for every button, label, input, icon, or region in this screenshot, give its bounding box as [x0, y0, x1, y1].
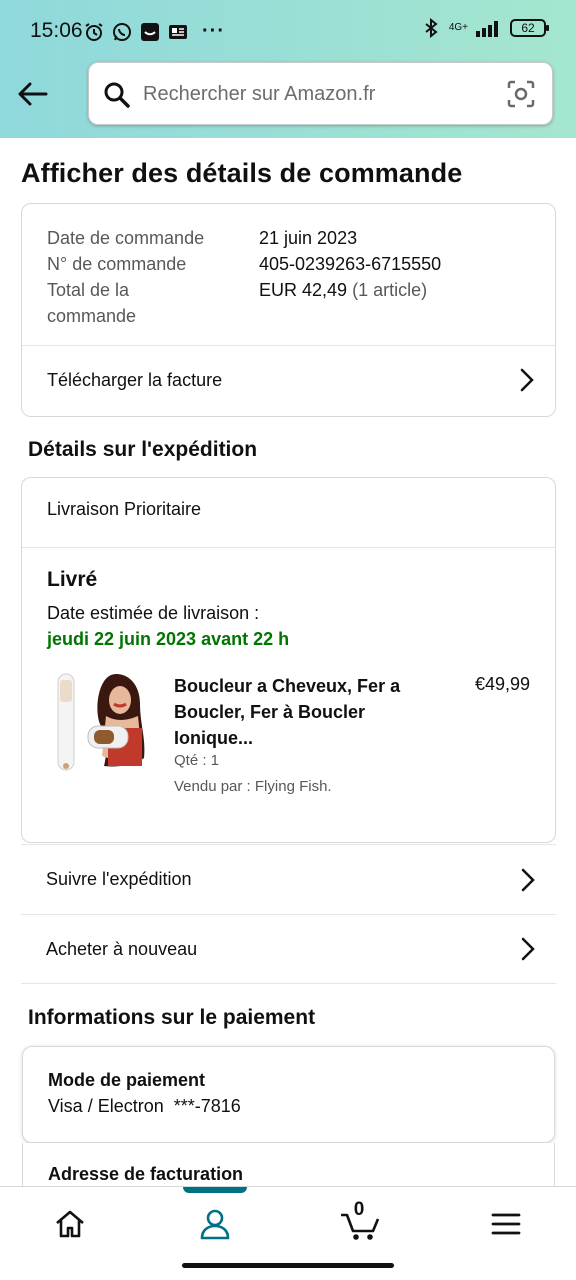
order-summary-card: Date de commande 21 juin 2023 N° de comm…	[21, 203, 556, 417]
order-total-row: Total de la commande EUR 42,49 (1 articl…	[47, 277, 547, 329]
menu-icon	[491, 1213, 521, 1235]
order-date-value: 21 juin 2023	[259, 228, 358, 248]
status-right: 4G+ 62	[421, 18, 549, 38]
home-icon	[56, 1210, 84, 1238]
delivery-status: Livré	[47, 568, 98, 591]
home-indicator	[182, 1263, 394, 1268]
billing-address-label: Adresse de facturation	[48, 1164, 244, 1184]
signal-icon	[476, 21, 498, 37]
buy-again-label: Acheter à nouveau	[46, 938, 198, 959]
alarm-icon	[85, 22, 103, 41]
amazon-app-icon	[141, 22, 159, 41]
status-time: 15:06	[30, 19, 83, 42]
search-icon	[104, 82, 130, 108]
delivery-estimate-label: Date estimée de livraison :	[47, 603, 260, 623]
shipment-card: Livraison Prioritaire Livré Date estimée…	[21, 477, 556, 843]
chevron-right-icon	[521, 937, 535, 961]
chevron-right-icon	[521, 868, 535, 891]
order-details: Date de commande 21 juin 2023 N° de comm…	[47, 225, 547, 329]
nav-home[interactable]	[40, 1201, 100, 1247]
app-header: 15:06 ··· 4G+ 62	[0, 0, 576, 138]
product-seller: Vendu par : Flying Fish.	[174, 778, 332, 795]
network-type: 4G+	[448, 22, 468, 33]
back-arrow-icon	[18, 82, 48, 106]
nav-cart[interactable]: 0	[330, 1199, 390, 1247]
product-price: €49,99	[474, 674, 530, 694]
delivery-estimate-date: jeudi 22 juin 2023 avant 22 h	[47, 629, 290, 649]
payment-method-card: Mode de paiement Visa / Electron ***-781…	[22, 1046, 555, 1143]
active-tab-indicator	[183, 1187, 247, 1193]
order-number-value: 405-0239263-6715550	[259, 254, 442, 274]
page-title: Afficher des détails de commande	[21, 158, 463, 188]
news-icon	[169, 24, 187, 39]
chevron-right-icon	[520, 368, 534, 392]
more-notifications-icon: ···	[202, 20, 225, 42]
search-bar[interactable]	[88, 62, 553, 125]
track-shipment-label: Suivre l'expédition	[46, 869, 192, 889]
shipping-method: Livraison Prioritaire	[47, 499, 202, 519]
order-date-label: Date de commande	[47, 228, 205, 248]
status-bar: 15:06 ··· 4G+ 62	[0, 0, 576, 60]
nav-account[interactable]	[185, 1201, 245, 1247]
order-number-label: N° de commande	[47, 254, 187, 274]
payment-method-value: Visa / Electron ***-7816	[48, 1096, 241, 1116]
buy-again-link[interactable]: Acheter à nouveau	[21, 914, 556, 984]
order-total-label: Total de la commande	[47, 280, 137, 326]
order-number-row: N° de commande 405-0239263-6715550	[47, 251, 547, 277]
product-title-link[interactable]: Boucleur a Cheveux, Fer a Boucler, Fer à…	[174, 673, 424, 751]
product-quantity: Qté : 1	[174, 752, 220, 769]
order-date-row: Date de commande 21 juin 2023	[47, 225, 547, 251]
product-image[interactable]	[48, 670, 152, 774]
payment-section-title: Informations sur le paiement	[28, 1006, 316, 1029]
order-total-value: EUR 42,49 (1 article)	[259, 277, 427, 329]
payment-method-label: Mode de paiement	[48, 1070, 206, 1090]
bluetooth-icon	[425, 18, 438, 38]
divider	[22, 547, 555, 548]
whatsapp-icon	[113, 22, 131, 41]
cart-count: 0	[353, 1199, 365, 1220]
order-item-count: (1 article)	[352, 280, 428, 300]
nav-menu[interactable]	[476, 1201, 536, 1247]
back-button[interactable]	[14, 76, 52, 112]
notification-icons: ···	[84, 20, 225, 43]
download-invoice-label: Télécharger la facture	[47, 369, 223, 390]
search-input[interactable]	[143, 73, 493, 115]
download-invoice-link[interactable]: Télécharger la facture	[22, 345, 555, 415]
track-shipment-link[interactable]: Suivre l'expédition	[21, 844, 556, 914]
battery-indicator: 62	[510, 19, 549, 37]
shipping-section-title: Détails sur l'expédition	[28, 438, 258, 461]
camera-search-icon[interactable]	[506, 79, 536, 109]
account-icon	[200, 1209, 230, 1240]
order-total-amount: EUR 42,49	[259, 280, 348, 300]
